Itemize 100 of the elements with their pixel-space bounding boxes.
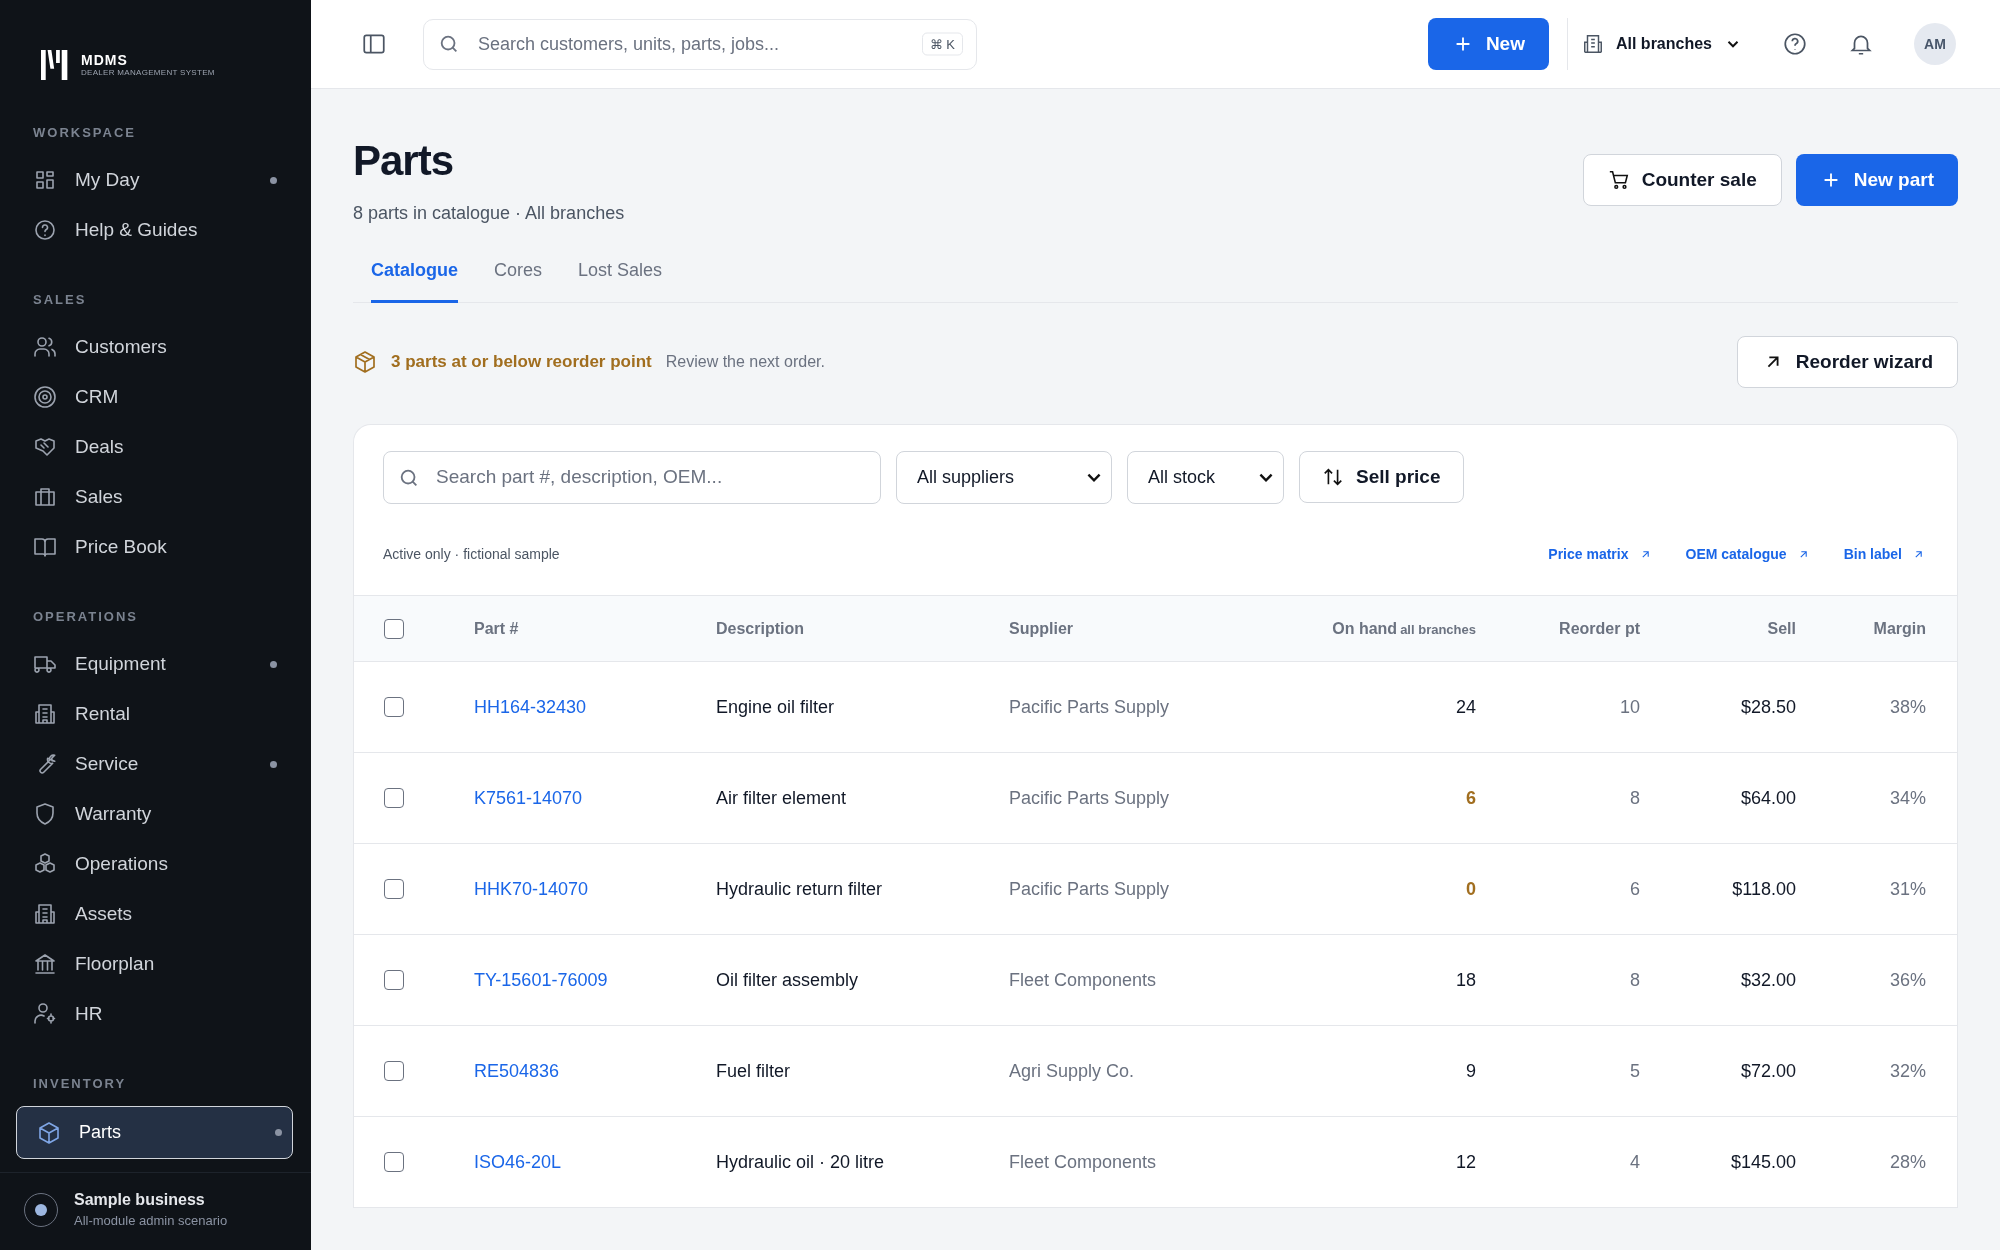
part-number-link[interactable]: TY-15601-76009 <box>474 969 608 990</box>
table-cell: $28.50 <box>1740 696 1796 718</box>
part-search-field[interactable]: Search part #, description, OEM... <box>383 451 881 504</box>
building-icon <box>33 702 57 726</box>
page-title: Parts <box>353 137 455 185</box>
briefcase-icon <box>33 485 57 509</box>
table-cell: $64.00 <box>1740 787 1796 809</box>
part-number-link[interactable]: HH164-32430 <box>474 696 587 717</box>
table-cell: Fleet Components <box>1009 969 1157 990</box>
shield-icon <box>33 802 57 826</box>
column-header: On hand <box>1332 619 1398 638</box>
sidebar-item[interactable]: HR <box>16 989 293 1039</box>
table-cell: $118.00 <box>1732 878 1796 900</box>
tab[interactable]: Catalogue <box>371 252 458 303</box>
target-icon <box>33 385 57 409</box>
sidebar-item[interactable]: Floorplan <box>16 939 293 989</box>
branch-selector[interactable]: All branches <box>1581 33 1742 55</box>
column-header: Sell <box>1767 619 1796 638</box>
sidebar-item[interactable]: Rental <box>16 689 293 739</box>
table-cell: 8 <box>1630 787 1640 809</box>
table-cell: 10 <box>1619 696 1640 718</box>
tab[interactable]: Cores <box>494 252 543 303</box>
select-all-checkbox[interactable] <box>384 618 404 639</box>
table-cell: $72.00 <box>1740 1060 1796 1082</box>
table-cell: 4 <box>1630 1151 1640 1173</box>
sidebar-item[interactable]: Service <box>16 739 293 789</box>
table-cell: Hydraulic oil · 20 litre <box>716 1151 885 1172</box>
table-cell: 28% <box>1889 1151 1926 1173</box>
reorder-alert-text: Review the next order. <box>665 353 825 371</box>
sidebar-item[interactable]: Parts <box>16 1106 293 1159</box>
new-button[interactable]: New <box>1427 18 1549 70</box>
table-cell: Fuel filter <box>716 1060 791 1081</box>
sidebar-item[interactable]: Assets <box>16 889 293 939</box>
supplier-select[interactable]: All suppliers <box>896 451 1112 504</box>
table-cell: 36% <box>1889 969 1926 991</box>
user-avatar[interactable]: AM <box>1914 23 1956 65</box>
table-cell: 12 <box>1455 1151 1476 1173</box>
external-link[interactable]: Bin label <box>1843 546 1925 562</box>
help-icon <box>33 218 57 242</box>
table-cell: 6 <box>1630 878 1640 900</box>
box-icon <box>353 350 377 374</box>
sidebar-item[interactable]: Help & Guides <box>16 205 293 255</box>
table-cell: Air filter element <box>716 787 847 808</box>
section-heading: SALES <box>32 291 88 309</box>
business-scenario: All-module admin scenario <box>74 1213 228 1228</box>
handshake-icon <box>33 435 57 459</box>
row-checkbox[interactable] <box>384 970 404 990</box>
table-cell: 9 <box>1466 1060 1476 1082</box>
row-checkbox[interactable] <box>384 879 404 899</box>
table-cell: 18 <box>1455 969 1476 991</box>
sidebar-item[interactable]: Equipment <box>16 639 293 689</box>
table-cell: 24 <box>1455 696 1476 718</box>
external-link[interactable]: OEM catalogue <box>1685 546 1810 562</box>
tab[interactable]: Lost Sales <box>578 252 663 303</box>
stock-select[interactable]: All stock <box>1127 451 1284 504</box>
sidebar-toggle-icon[interactable] <box>361 31 387 57</box>
table-cell: Pacific Parts Supply <box>1009 878 1170 899</box>
sidebar-item[interactable]: Sales <box>16 472 293 522</box>
users-icon <box>33 335 57 359</box>
part-number-link[interactable]: ISO46-20L <box>474 1151 562 1172</box>
sort-button[interactable]: Sell price <box>1299 451 1464 503</box>
page-subtitle: 8 parts in catalogue · All branches <box>353 203 625 224</box>
book-icon <box>33 535 57 559</box>
row-checkbox[interactable] <box>384 1061 404 1081</box>
box-icon <box>37 1120 61 1145</box>
sidebar-item[interactable]: CRM <box>16 372 293 422</box>
external-link[interactable]: Price matrix <box>1548 546 1652 562</box>
chevron-down-icon <box>1087 473 1101 482</box>
table-cell: Pacific Parts Supply <box>1009 696 1170 717</box>
table-cell: 38% <box>1889 696 1926 718</box>
sidebar-item[interactable]: Deals <box>16 422 293 472</box>
part-number-link[interactable]: RE504836 <box>474 1060 560 1081</box>
part-number-link[interactable]: K7561-14070 <box>474 787 583 808</box>
logo-name: MDMS <box>81 51 129 68</box>
sidebar-item[interactable]: Operations <box>16 839 293 889</box>
part-number-link[interactable]: HHK70-14070 <box>474 878 589 899</box>
row-checkbox[interactable] <box>384 697 404 717</box>
search-icon <box>438 33 460 55</box>
row-checkbox[interactable] <box>384 1152 404 1172</box>
table-cell: $145.00 <box>1730 1151 1796 1173</box>
sidebar-item[interactable]: Customers <box>16 322 293 372</box>
table-cell: Hydraulic return filter <box>716 878 883 899</box>
sidebar-item[interactable]: Price Book <box>16 522 293 572</box>
column-header: Reorder pt <box>1559 619 1640 638</box>
sidebar-item[interactable]: My Day <box>16 155 293 205</box>
row-checkbox[interactable] <box>384 788 404 808</box>
section-heading: WORKSPACE <box>32 124 137 142</box>
sidebar-item[interactable]: Warranty <box>16 789 293 839</box>
table-cell: Pacific Parts Supply <box>1009 787 1170 808</box>
table-cell: 0 <box>1466 878 1476 900</box>
reorder-wizard-button[interactable]: Reorder wizard <box>1736 336 1958 388</box>
help-icon[interactable] <box>1782 31 1808 57</box>
table-cell: 8 <box>1630 969 1640 991</box>
section-heading: INVENTORY <box>32 1075 128 1093</box>
new-part-button[interactable]: New part <box>1795 154 1958 206</box>
counter-sale-button[interactable]: Counter sale <box>1582 154 1782 206</box>
logo-tagline: DEALER MANAGEMENT SYSTEM <box>81 67 215 77</box>
reorder-alert-title: 3 parts at or below reorder point <box>391 352 652 372</box>
column-header: Supplier <box>1009 619 1073 638</box>
table-cell: $32.00 <box>1740 969 1796 991</box>
